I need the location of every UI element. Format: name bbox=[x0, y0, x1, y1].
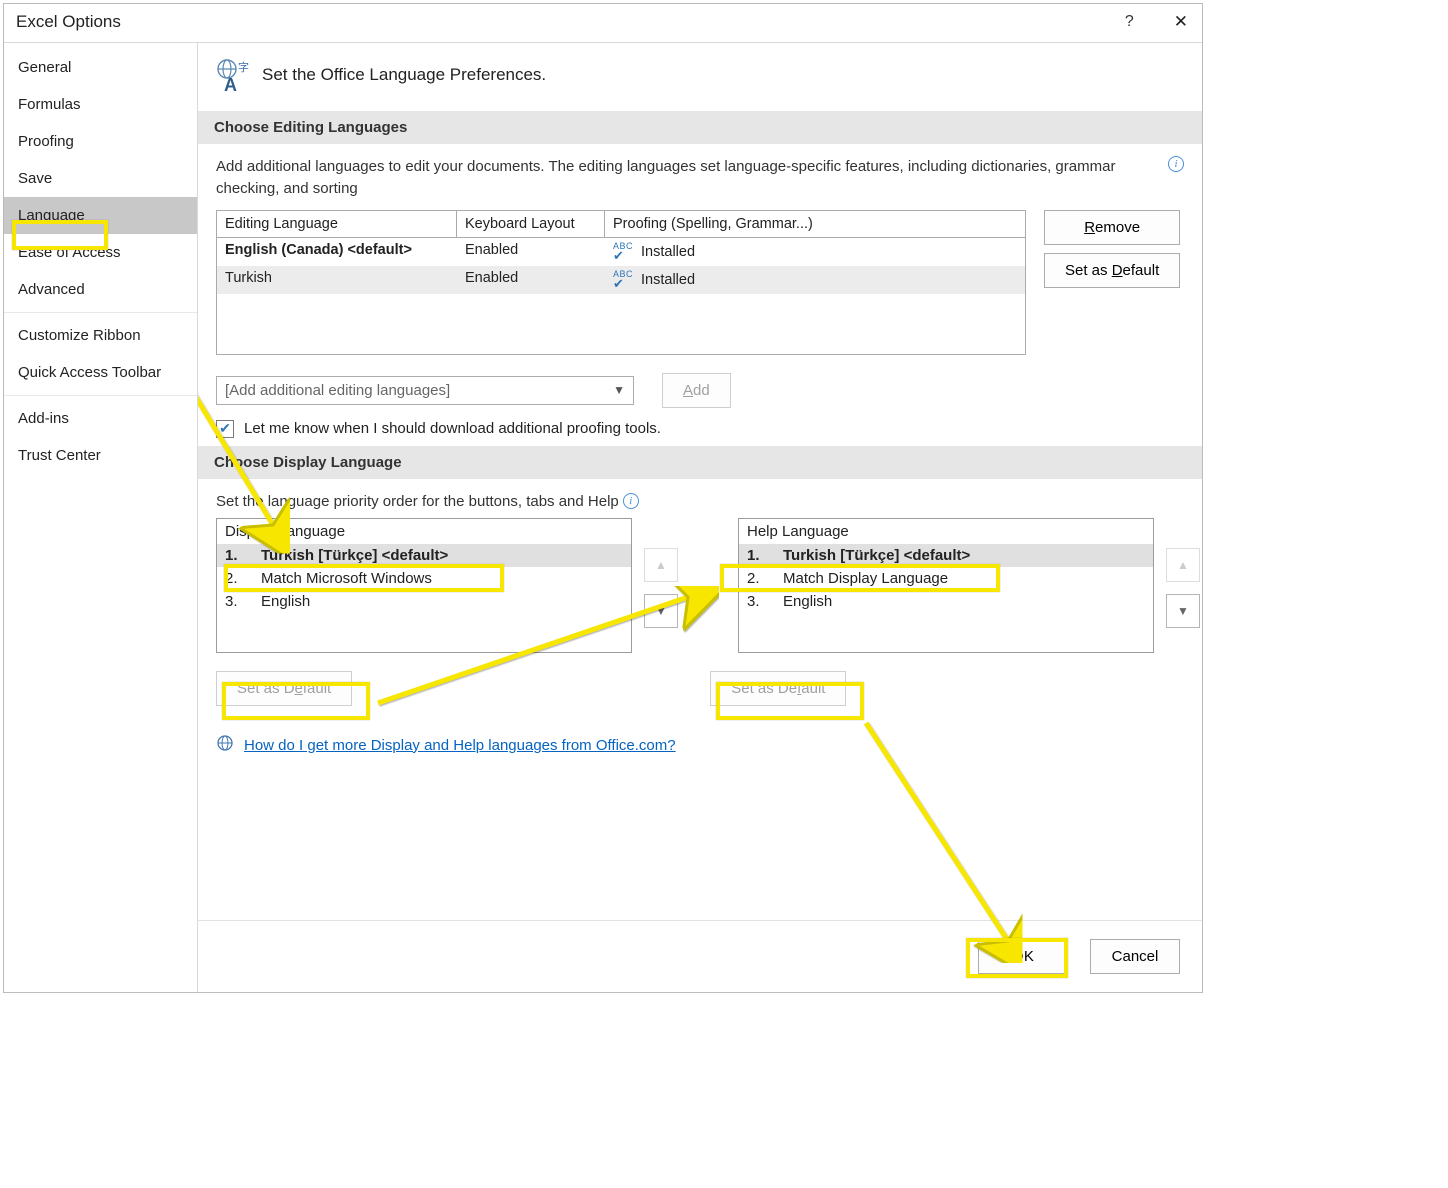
excel-options-dialog: Excel Options ? ✕ General Formulas Proof… bbox=[3, 3, 1203, 993]
dialog-title: Excel Options bbox=[16, 12, 121, 32]
move-down-button[interactable]: ▼ bbox=[1166, 594, 1200, 628]
col-proofing: Proofing (Spelling, Grammar...) bbox=[605, 211, 1025, 238]
info-icon[interactable]: i bbox=[1168, 156, 1184, 172]
section-editing-title: Choose Editing Languages bbox=[198, 111, 1202, 144]
editing-languages-table[interactable]: Editing Language Keyboard Layout Proofin… bbox=[216, 210, 1026, 355]
editing-description: Add additional languages to edit your do… bbox=[216, 156, 1158, 200]
cell-lang: English (Canada) <default> bbox=[217, 238, 457, 266]
combo-placeholder: [Add additional editing languages] bbox=[225, 382, 450, 399]
sidebar-item-save[interactable]: Save bbox=[4, 160, 197, 197]
display-description: Set the language priority order for the … bbox=[216, 491, 619, 513]
list-item[interactable]: 3. English bbox=[739, 590, 1153, 613]
sidebar-separator bbox=[4, 312, 197, 313]
proofing-check-icon: ABC✔ bbox=[613, 242, 633, 262]
set-default-help-button[interactable]: Set as Default bbox=[710, 671, 846, 706]
chevron-down-icon: ▼ bbox=[613, 383, 625, 397]
sidebar-item-add-ins[interactable]: Add-ins bbox=[4, 400, 197, 437]
main-panel: 字 A Set the Office Language Preferences.… bbox=[198, 43, 1202, 992]
sidebar: General Formulas Proofing Save Language … bbox=[4, 43, 198, 992]
col-keyboard-layout: Keyboard Layout bbox=[457, 211, 605, 238]
table-row[interactable]: English (Canada) <default> Enabled ABC✔ … bbox=[217, 238, 1025, 266]
sidebar-separator bbox=[4, 395, 197, 396]
sidebar-item-formulas[interactable]: Formulas bbox=[4, 86, 197, 123]
svg-text:A: A bbox=[224, 75, 237, 93]
notify-label: Let me know when I should download addit… bbox=[244, 420, 661, 437]
svg-text:字: 字 bbox=[238, 60, 249, 74]
dialog-footer: OK Cancel bbox=[198, 920, 1202, 992]
proofing-check-icon: ABC✔ bbox=[613, 270, 633, 290]
list-item[interactable]: 2. Match Display Language bbox=[739, 567, 1153, 590]
display-list-header: Display Language bbox=[217, 519, 631, 544]
cell-layout: Enabled bbox=[457, 238, 605, 266]
sidebar-item-general[interactable]: General bbox=[4, 49, 197, 86]
sidebar-item-proofing[interactable]: Proofing bbox=[4, 123, 197, 160]
list-item[interactable]: 1. Turkish [Türkçe] <default> bbox=[739, 544, 1153, 567]
sidebar-item-trust-center[interactable]: Trust Center bbox=[4, 437, 197, 474]
globe-link-icon bbox=[216, 734, 234, 756]
info-icon[interactable]: i bbox=[623, 493, 639, 509]
notify-checkbox[interactable]: ✔ bbox=[216, 420, 234, 438]
add-button[interactable]: Add bbox=[662, 373, 731, 408]
ok-button[interactable]: OK bbox=[978, 939, 1068, 974]
set-as-default-editing-button[interactable]: Set as Default bbox=[1044, 253, 1180, 288]
more-languages-link[interactable]: How do I get more Display and Help langu… bbox=[244, 737, 676, 754]
language-globe-icon: 字 A bbox=[214, 57, 250, 93]
sidebar-item-advanced[interactable]: Advanced bbox=[4, 271, 197, 308]
table-row[interactable]: Turkish Enabled ABC✔ Installed bbox=[217, 266, 1025, 294]
sidebar-item-ease-of-access[interactable]: Ease of Access bbox=[4, 234, 197, 271]
list-item[interactable]: 3. English bbox=[217, 590, 631, 613]
cell-lang: Turkish bbox=[217, 266, 457, 294]
help-icon[interactable]: ? bbox=[1125, 13, 1134, 31]
sidebar-item-language[interactable]: Language bbox=[4, 197, 197, 234]
add-language-combo[interactable]: [Add additional editing languages] ▼ bbox=[216, 376, 634, 405]
help-language-list[interactable]: Help Language 1. Turkish [Türkçe] <defau… bbox=[738, 518, 1154, 653]
help-list-header: Help Language bbox=[739, 519, 1153, 544]
cell-proof: Installed bbox=[641, 244, 695, 260]
section-display-title: Choose Display Language bbox=[198, 446, 1202, 479]
cell-proof: Installed bbox=[641, 272, 695, 288]
cell-layout: Enabled bbox=[457, 266, 605, 294]
close-icon[interactable]: ✕ bbox=[1174, 12, 1188, 32]
move-up-button[interactable]: ▲ bbox=[1166, 548, 1200, 582]
sidebar-item-customize-ribbon[interactable]: Customize Ribbon bbox=[4, 317, 197, 354]
sidebar-item-quick-access-toolbar[interactable]: Quick Access Toolbar bbox=[4, 354, 197, 391]
cancel-button[interactable]: Cancel bbox=[1090, 939, 1180, 974]
move-down-button[interactable]: ▼ bbox=[644, 594, 678, 628]
display-language-list[interactable]: Display Language 1. Turkish [Türkçe] <de… bbox=[216, 518, 632, 653]
titlebar: Excel Options ? ✕ bbox=[4, 4, 1202, 42]
list-item[interactable]: 2. Match Microsoft Windows bbox=[217, 567, 631, 590]
dialog-body: General Formulas Proofing Save Language … bbox=[4, 42, 1202, 992]
page-title: Set the Office Language Preferences. bbox=[262, 65, 546, 85]
move-up-button[interactable]: ▲ bbox=[644, 548, 678, 582]
remove-button[interactable]: Remove bbox=[1044, 210, 1180, 245]
col-editing-language: Editing Language bbox=[217, 211, 457, 238]
list-item[interactable]: 1. Turkish [Türkçe] <default> bbox=[217, 544, 631, 567]
set-default-display-button[interactable]: Set as Default bbox=[216, 671, 352, 706]
